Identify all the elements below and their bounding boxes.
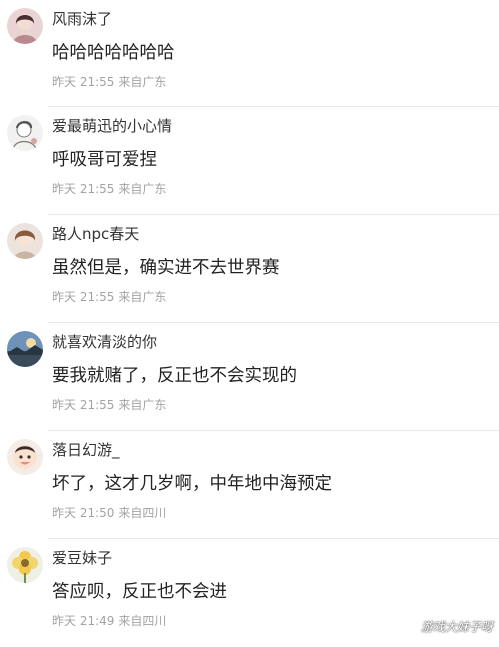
username[interactable]: 路人npc春天	[52, 224, 139, 244]
comment-meta: 昨天 21:55 来自广东	[52, 289, 166, 305]
comment-item: 落日幻游_ 坏了，这才几岁啊，中年地中海预定 昨天 21:50 来自四川	[0, 431, 499, 539]
comment-time: 昨天 21:55	[52, 398, 115, 412]
username[interactable]: 爱最萌迅的小心情	[52, 116, 172, 136]
username[interactable]: 就喜欢清淡的你	[52, 332, 157, 352]
comment-text: 哈哈哈哈哈哈哈	[52, 43, 175, 63]
comment-text: 虽然但是，确实进不去世界赛	[52, 258, 280, 278]
avatar[interactable]	[7, 8, 43, 44]
avatar[interactable]	[7, 331, 43, 367]
avatar[interactable]	[7, 115, 43, 151]
comment-location: 来自广东	[118, 182, 167, 196]
username[interactable]: 爱豆妹子	[52, 548, 112, 568]
comment-location: 来自四川	[118, 614, 167, 628]
comment-time: 昨天 21:49	[52, 614, 115, 628]
avatar[interactable]	[7, 223, 43, 259]
comment-meta: 昨天 21:50 来自四川	[52, 505, 166, 521]
username[interactable]: 风雨沫了	[52, 9, 112, 29]
watermark: 游戏大妹子呀	[420, 620, 493, 634]
comment-location: 来自四川	[118, 506, 167, 520]
comment-item: 爱最萌迅的小心情 呼吸哥可爱捏 昨天 21:55 来自广东	[0, 107, 499, 215]
comment-time: 昨天 21:55	[52, 75, 115, 89]
avatar[interactable]	[7, 439, 43, 475]
comment-text: 要我就赌了，反正也不会实现的	[52, 366, 297, 386]
avatar[interactable]	[7, 547, 43, 583]
comment-item: 就喜欢清淡的你 要我就赌了，反正也不会实现的 昨天 21:55 来自广东	[0, 323, 499, 431]
comment-meta: 昨天 21:55 来自广东	[52, 181, 166, 197]
comment-location: 来自广东	[118, 398, 167, 412]
username[interactable]: 落日幻游_	[52, 440, 120, 460]
comment-item: 风雨沫了 哈哈哈哈哈哈哈 昨天 21:55 来自广东	[0, 0, 499, 107]
comment-meta: 昨天 21:55 来自广东	[52, 397, 166, 413]
comment-meta: 昨天 21:49 来自四川	[52, 613, 166, 629]
comment-meta: 昨天 21:55 来自广东	[52, 74, 166, 90]
avatar-sky-icon	[7, 331, 43, 367]
comment-list: 风雨沫了 哈哈哈哈哈哈哈 昨天 21:55 来自广东 爱最萌迅的小心情 呼吸哥可爱…	[0, 0, 499, 647]
comment-item: 路人npc春天 虽然但是，确实进不去世界赛 昨天 21:55 来自广东	[0, 215, 499, 323]
comment-text: 呼吸哥可爱捏	[52, 150, 157, 170]
comment-time: 昨天 21:50	[52, 506, 115, 520]
avatar-baby-icon	[7, 439, 43, 475]
avatar-sketch-icon	[7, 115, 43, 151]
comment-location: 来自广东	[118, 75, 167, 89]
comment-time: 昨天 21:55	[52, 290, 115, 304]
comment-text: 坏了，这才几岁啊，中年地中海预定	[52, 474, 332, 494]
comment-text: 答应呗，反正也不会进	[52, 582, 227, 602]
avatar-flower-icon	[7, 547, 43, 583]
comment-time: 昨天 21:55	[52, 182, 115, 196]
avatar-anime-icon	[7, 223, 43, 259]
comment-location: 来自广东	[118, 290, 167, 304]
avatar-girl-portrait-icon	[7, 8, 43, 44]
